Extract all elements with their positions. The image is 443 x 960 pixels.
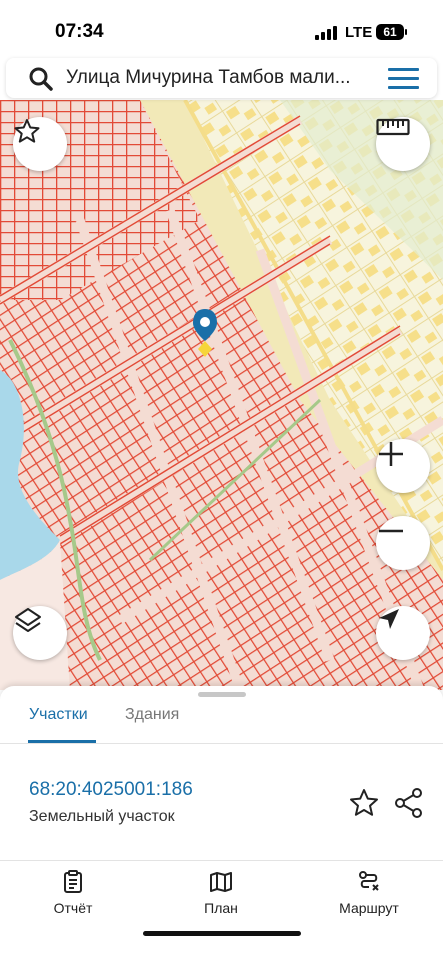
nav-plan-label: План: [204, 900, 238, 916]
map-icon: [210, 872, 232, 892]
navigation-arrow-icon: [379, 609, 399, 629]
sheet-drag-handle[interactable]: [198, 692, 246, 697]
my-location-button[interactable]: [376, 606, 430, 660]
map-canvas[interactable]: [0, 100, 443, 690]
cadastral-number-link[interactable]: 68:20:4025001:186: [29, 779, 193, 801]
route-icon: [359, 871, 379, 891]
ruler-button[interactable]: [376, 117, 430, 171]
favorite-map-button[interactable]: [13, 117, 67, 171]
nav-report[interactable]: Отчёт: [23, 870, 123, 916]
nav-route-label: Маршрут: [339, 900, 399, 916]
parcel-info-sheet: Участки Здания 68:20:4025001:186 Земельн…: [0, 686, 443, 960]
ruler-icon: [376, 118, 410, 136]
tab-buildings[interactable]: Здания: [125, 706, 179, 724]
layers-icon: [15, 608, 41, 632]
zoom-in-button[interactable]: [376, 439, 430, 493]
list-divider: [0, 860, 443, 861]
star-icon[interactable]: [347, 786, 381, 820]
layers-button[interactable]: [13, 606, 67, 660]
nav-route[interactable]: Маршрут: [319, 870, 419, 916]
status-bar: 07:34 LTE 61: [0, 0, 443, 56]
network-type: LTE: [345, 24, 373, 41]
signal-icon: [315, 26, 337, 40]
nav-report-label: Отчёт: [53, 900, 93, 916]
tab-divider: [0, 743, 443, 744]
plus-icon: [379, 442, 403, 466]
search-icon[interactable]: [28, 66, 54, 92]
tab-parcels[interactable]: Участки: [29, 706, 88, 724]
search-bar[interactable]: Улица Мичурина Тамбов мали...: [6, 58, 437, 98]
search-input[interactable]: Улица Мичурина Тамбов мали...: [66, 67, 376, 89]
home-indicator: [143, 931, 301, 936]
menu-icon[interactable]: [388, 68, 419, 90]
parcel-type: Земельный участок: [29, 808, 175, 825]
share-icon[interactable]: [392, 786, 426, 820]
status-time: 07:34: [55, 21, 104, 42]
zoom-out-button[interactable]: [376, 516, 430, 570]
cadastral-map[interactable]: [0, 100, 443, 690]
star-icon: [14, 119, 40, 143]
battery-icon: 61: [376, 24, 407, 40]
nav-plan[interactable]: План: [171, 870, 271, 916]
report-icon: [64, 870, 82, 893]
minus-icon: [379, 529, 403, 533]
